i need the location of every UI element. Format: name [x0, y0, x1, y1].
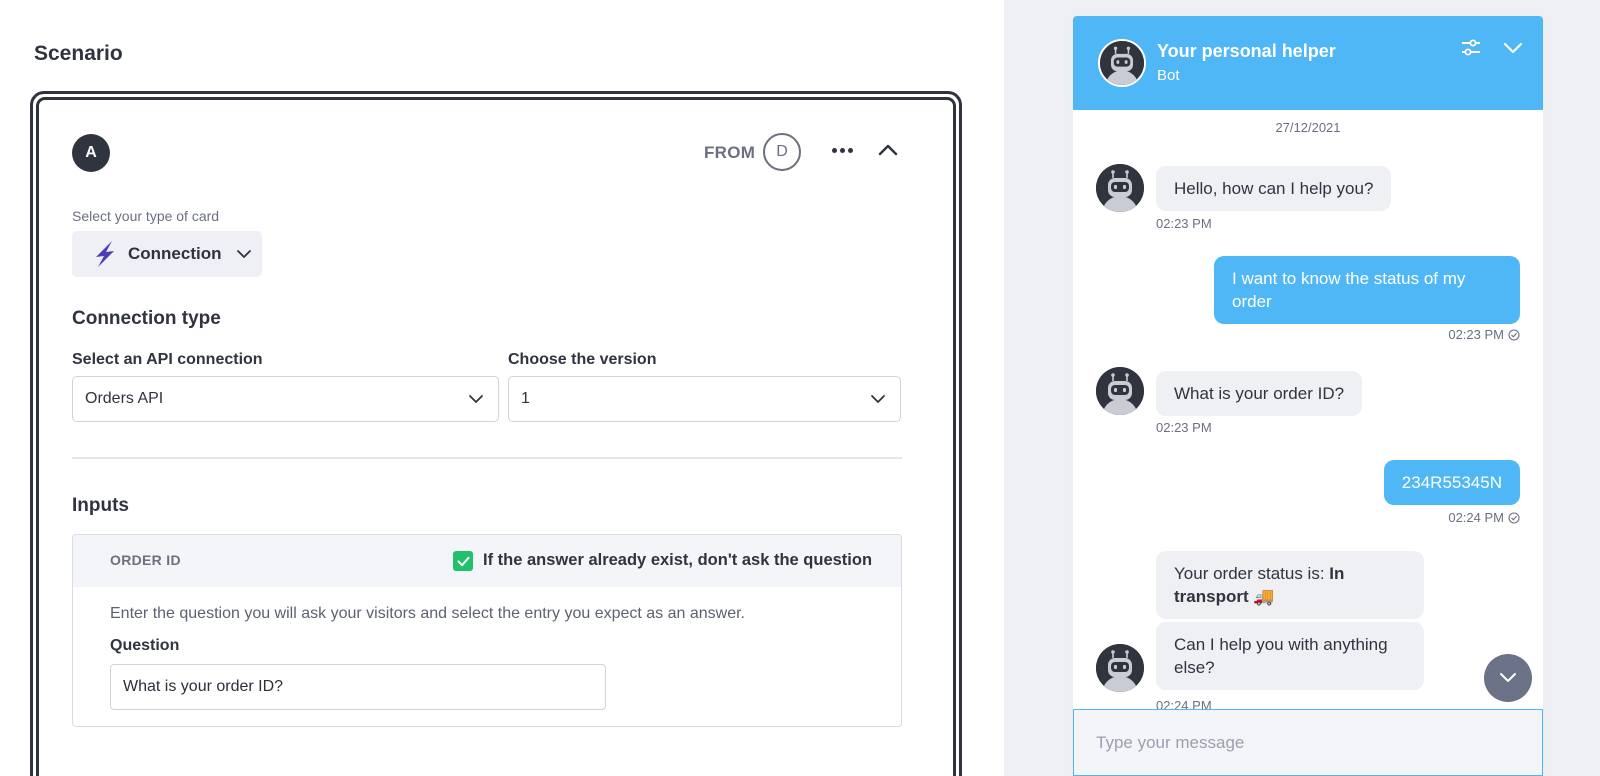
delivered-check-icon: [1508, 511, 1520, 524]
version-value: 1: [521, 390, 530, 407]
question-label: Question: [110, 637, 180, 654]
message-timestamp: 02:23 PM: [1156, 420, 1212, 435]
api-connection-select[interactable]: Orders API: [72, 376, 499, 422]
chevron-down-icon: [469, 395, 483, 403]
step-badge: A: [72, 134, 110, 172]
chevron-down-icon[interactable]: [1503, 42, 1523, 55]
from-step-badge[interactable]: D: [763, 133, 801, 171]
input-name: ORDER ID: [110, 552, 181, 568]
version-select[interactable]: 1: [508, 376, 901, 422]
input-row-header: ORDER ID If the answer already exist, do…: [73, 535, 901, 587]
message-bubble: 234R55345N: [1383, 460, 1520, 505]
card-type-select[interactable]: Connection: [72, 231, 262, 277]
section-divider: [72, 457, 902, 459]
connection-type-heading: Connection type: [72, 308, 221, 329]
more-options-icon[interactable]: [829, 140, 855, 160]
from-label: FROM: [704, 143, 756, 162]
card-type-value: Connection: [128, 244, 222, 263]
bot-avatar: [1098, 39, 1146, 87]
chat-widget: Your personal helper Bot 27/12/2021 Hell…: [1073, 16, 1543, 776]
message-bubble: Your order status is: In transport 🚚: [1156, 551, 1424, 619]
scenario-card-inner: A FROM D Select your type of card Connec…: [36, 97, 956, 776]
chat-header: Your personal helper Bot: [1073, 16, 1543, 110]
chevron-down-icon: [236, 250, 251, 258]
message-bubble: Hello, how can I help you?: [1156, 166, 1392, 211]
message-timestamp: 02:23 PM: [1156, 216, 1212, 231]
chat-header-title: Your personal helper: [1157, 41, 1336, 61]
chevron-down-icon: [871, 395, 885, 403]
message-timestamp: 02:24 PM: [1448, 510, 1520, 525]
settings-sliders-icon[interactable]: [1460, 38, 1482, 58]
chat-messages[interactable]: 27/12/2021 Hello, how can I help you? 02…: [1073, 110, 1543, 710]
truck-emoji: 🚚: [1253, 587, 1275, 606]
api-connection-value: Orders API: [85, 390, 164, 407]
chat-header-subtitle: Bot: [1157, 67, 1180, 84]
page-title: Scenario: [34, 42, 123, 65]
chevron-up-icon[interactable]: [875, 138, 901, 162]
version-label: Choose the version: [508, 351, 657, 368]
bot-avatar: [1096, 644, 1144, 692]
delivered-check-icon: [1508, 328, 1520, 341]
chevron-down-icon: [1500, 673, 1516, 682]
question-input[interactable]: [110, 664, 606, 710]
scenario-card: A FROM D Select your type of card Connec…: [30, 91, 962, 776]
message-bubble: What is your order ID?: [1156, 371, 1363, 416]
skip-if-known-label: If the answer already exist, don't ask t…: [483, 551, 873, 569]
skip-if-known-checkbox[interactable]: [453, 551, 473, 571]
checkmark-icon: [456, 556, 470, 566]
input-row-order-id: ORDER ID If the answer already exist, do…: [72, 534, 902, 727]
scenario-panel: Scenario A FROM D Select your type of ca…: [0, 0, 1004, 776]
date-separator: 27/12/2021: [1275, 120, 1341, 135]
bot-avatar: [1096, 164, 1144, 212]
scroll-down-button[interactable]: [1484, 654, 1532, 702]
status-prefix: Your order status is:: [1174, 564, 1330, 583]
chat-input-container: [1073, 709, 1543, 776]
card-type-label: Select your type of card: [72, 208, 220, 224]
inputs-heading: Inputs: [72, 495, 129, 516]
lightning-icon: [96, 241, 114, 267]
chat-message-input[interactable]: [1074, 710, 1542, 775]
message-timestamp: 02:23 PM: [1448, 327, 1520, 342]
input-description: Enter the question you will ask your vis…: [110, 605, 745, 622]
message-bubble: Can I help you with anything else?: [1156, 622, 1424, 690]
api-connection-label: Select an API connection: [72, 351, 263, 368]
bot-avatar: [1096, 367, 1144, 415]
message-bubble: I want to know the status of my order: [1214, 256, 1520, 324]
